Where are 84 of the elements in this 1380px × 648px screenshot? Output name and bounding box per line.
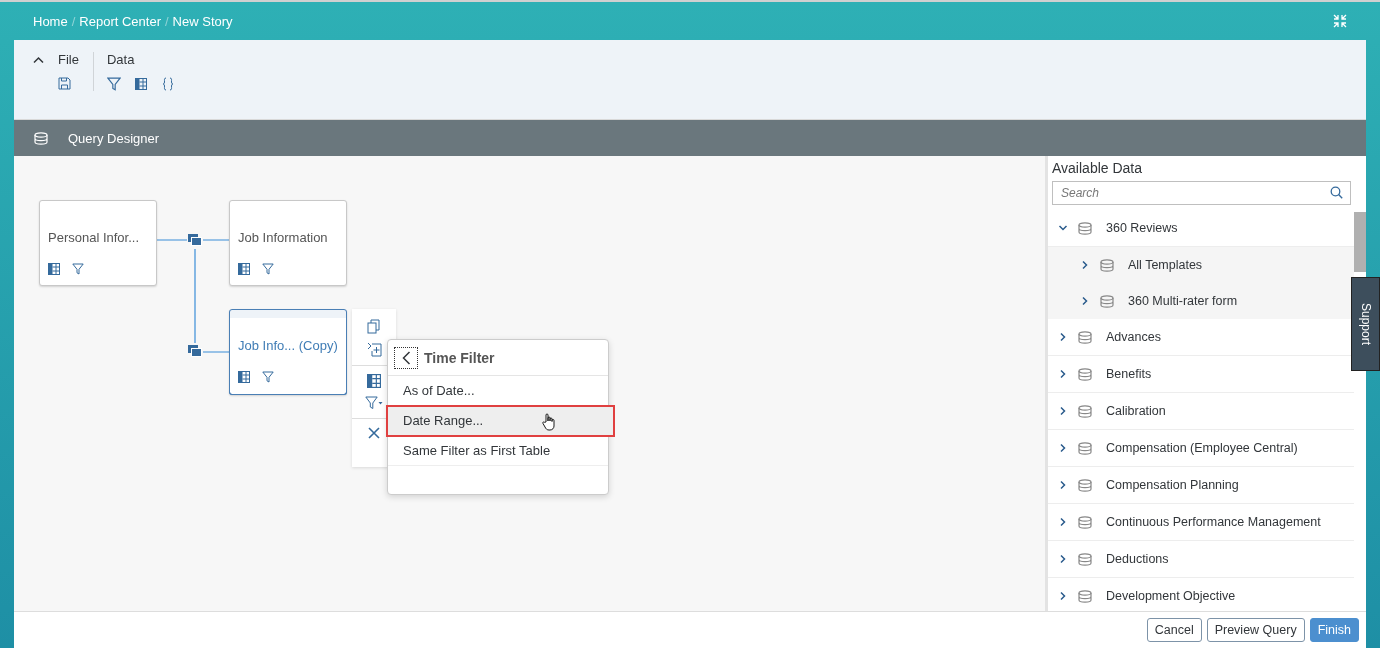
breadcrumb-separator: / — [71, 13, 76, 29]
chevron-right-icon[interactable] — [1058, 480, 1068, 490]
chevron-right-icon[interactable] — [1058, 369, 1068, 379]
table-node[interactable]: Job Information — [229, 200, 347, 286]
footer-button[interactable]: Cancel — [1146, 618, 1202, 642]
table-icon[interactable] — [238, 371, 250, 383]
tree-item[interactable]: Compensation Planning — [1048, 467, 1354, 504]
exit-fullscreen-icon[interactable] — [1333, 14, 1347, 28]
table-icon[interactable] — [134, 78, 147, 90]
tree-item-label: Continuous Performance Management — [1106, 515, 1321, 529]
database-icon — [1078, 441, 1092, 455]
search-icon[interactable] — [1330, 186, 1343, 199]
join-icon[interactable] — [187, 344, 203, 358]
database-icon — [34, 131, 48, 145]
table-node[interactable]: Personal Infor... — [39, 200, 157, 286]
copy-icon[interactable] — [367, 319, 381, 334]
database-icon — [1078, 552, 1092, 566]
back-button[interactable] — [394, 346, 418, 369]
chevron-up-icon[interactable] — [33, 56, 44, 64]
database-icon — [1078, 330, 1092, 344]
database-icon — [1078, 478, 1092, 492]
tree-item-label: Deductions — [1106, 552, 1169, 566]
chevron-right-icon[interactable] — [1058, 443, 1068, 453]
filter-icon[interactable] — [262, 371, 274, 383]
delete-icon[interactable] — [368, 427, 380, 439]
tree-item-label: Compensation (Employee Central) — [1106, 441, 1298, 455]
breadcrumb-separator: / — [164, 13, 169, 29]
chevron-left-icon — [401, 350, 411, 365]
tree-item[interactable]: 360 Multi-rater form — [1048, 283, 1354, 319]
database-icon — [1078, 221, 1092, 235]
toolbar-group-label: Data — [106, 52, 136, 67]
database-icon — [1100, 258, 1114, 272]
tree-item[interactable]: Continuous Performance Management — [1048, 504, 1354, 541]
search-field[interactable]: Search — [1052, 181, 1351, 205]
chevron-right-icon[interactable] — [1080, 296, 1090, 306]
hand-cursor-icon — [542, 413, 555, 431]
table-name: Personal Infor... — [48, 230, 141, 245]
chevron-right-icon[interactable] — [1058, 332, 1068, 342]
tree-item-label: 360 Reviews — [1106, 221, 1178, 235]
database-icon — [1078, 367, 1092, 381]
menu-title: Time Filter — [424, 349, 495, 366]
support-tab[interactable]: Support — [1351, 277, 1380, 371]
tree-item-label: All Templates — [1128, 258, 1203, 272]
tree-item-label: Benefits — [1106, 367, 1152, 381]
table-icon[interactable] — [367, 374, 381, 388]
tree-item[interactable]: All Templates — [1048, 247, 1354, 283]
menu-item[interactable]: Date Range... — [387, 406, 614, 436]
braces-icon[interactable] — [160, 77, 175, 91]
chevron-right-icon[interactable] — [1080, 260, 1090, 270]
tree-item-label: Advances — [1106, 330, 1161, 344]
table-icon[interactable] — [48, 263, 60, 275]
database-icon — [1078, 589, 1092, 603]
chevron-right-icon[interactable] — [1058, 591, 1068, 601]
tree-item[interactable]: Calibration — [1048, 393, 1354, 430]
toolbar-group-label: File — [58, 52, 79, 67]
filter-dropdown-icon[interactable] — [365, 396, 383, 410]
table-icon[interactable] — [238, 263, 250, 275]
join-icon[interactable] — [187, 233, 203, 247]
chevron-right-icon[interactable] — [1058, 554, 1068, 564]
chevron-down-icon[interactable] — [1058, 223, 1068, 233]
table-node[interactable]: Job Info... (Copy) — [229, 309, 347, 395]
tree-item-label: 360 Multi-rater form — [1128, 294, 1238, 308]
tree-item-label: Development Objective — [1106, 589, 1236, 603]
tree-item-label: Calibration — [1106, 404, 1166, 418]
chevron-right-icon[interactable] — [1058, 517, 1068, 527]
database-icon — [1078, 404, 1092, 418]
table-name: Job Info... (Copy) — [238, 338, 339, 353]
tree-item[interactable]: Deductions — [1048, 541, 1354, 578]
tree-item-label: Compensation Planning — [1106, 478, 1239, 492]
panel-title: Available Data — [1051, 159, 1144, 176]
add-table-icon[interactable] — [366, 342, 382, 357]
database-icon — [1078, 515, 1092, 529]
save-icon[interactable] — [58, 77, 71, 90]
filter-icon[interactable] — [106, 77, 121, 91]
chevron-right-icon[interactable] — [1058, 406, 1068, 416]
tree-item[interactable]: Compensation (Employee Central) — [1048, 430, 1354, 467]
tree-item[interactable]: Development Objective — [1048, 578, 1354, 611]
menu-item[interactable]: Same Filter as First Table — [388, 436, 608, 466]
footer-button[interactable]: Preview Query — [1206, 618, 1305, 642]
table-name: Job Information — [238, 230, 329, 245]
section-title: Query Designer — [68, 130, 160, 146]
database-icon — [1100, 294, 1114, 308]
filter-icon[interactable] — [262, 263, 274, 275]
filter-icon[interactable] — [72, 263, 84, 275]
